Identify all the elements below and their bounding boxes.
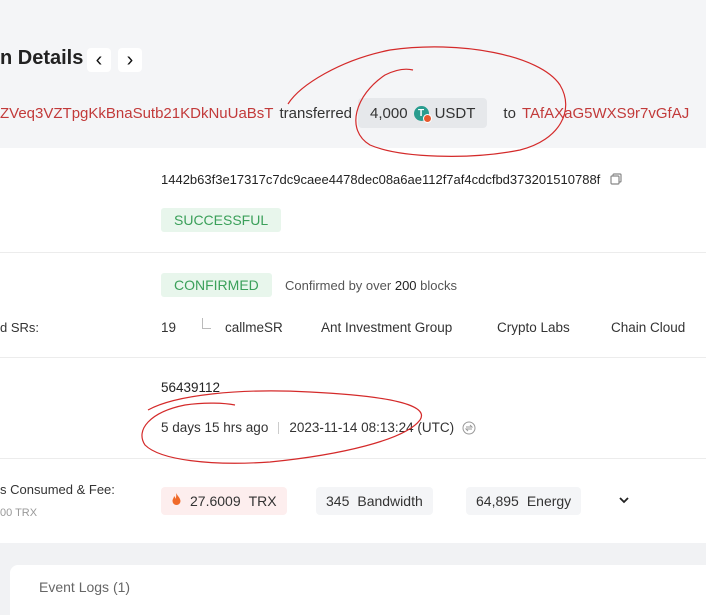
divider [0, 458, 706, 459]
sr-count: 19 [161, 320, 177, 335]
switch-timezone-icon[interactable] [462, 421, 476, 435]
tab-event-logs[interactable]: Event Logs (1) [39, 579, 130, 595]
resources-label: s Consumed & Fee: [0, 482, 115, 497]
bandwidth-pill: 345 Bandwidth [316, 487, 433, 515]
to-address-link[interactable]: TAfAXaG5WXS9r7vGfAJ [522, 105, 689, 122]
token-symbol: USDT [434, 104, 476, 122]
sr-item-chain-cloud[interactable]: Chain Cloud [611, 320, 685, 335]
fee-sublabel: 00 TRX [0, 507, 38, 519]
fire-icon [171, 492, 182, 510]
trx-fee-pill: 27.6009 TRX [161, 487, 287, 515]
srs-label: d SRs: [0, 320, 40, 335]
confirmation-suffix: blocks [420, 278, 458, 293]
hash-value: 1442b63f3e17317c7dc9caee4478dec08a6ae112… [161, 172, 601, 187]
bandwidth-value: 345 [326, 493, 350, 509]
transfer-preposition: to [503, 104, 516, 122]
chevron-down-icon [619, 497, 629, 504]
confirmation-note: Confirmed by over 200 blocks [285, 278, 457, 293]
energy-unit: Energy [526, 493, 572, 509]
tree-connector [202, 318, 211, 329]
transaction-details-panel: 1442b63f3e17317c7dc9caee4478dec08a6ae112… [0, 148, 706, 543]
next-button[interactable]: › [118, 48, 142, 72]
sr-item-ant-investment-group[interactable]: Ant Investment Group [321, 320, 452, 335]
timestamp: 2023-11-14 08:13:24 (UTC) [289, 420, 455, 435]
chevron-left-icon: ‹ [95, 49, 103, 71]
status-badge: SUCCESSFUL [161, 208, 282, 232]
divider [0, 252, 706, 253]
time-ago: 5 days 15 hrs ago [161, 420, 269, 435]
amount-value: 4,000 [370, 104, 408, 122]
trx-unit: TRX [248, 493, 277, 509]
confirmation-prefix: Confirmed by over [285, 278, 392, 293]
block-number-link[interactable]: 56439112 [161, 380, 220, 395]
sr-item-crypto-labs[interactable]: Crypto Labs [497, 320, 570, 335]
bandwidth-unit: Bandwidth [357, 493, 423, 509]
copy-icon[interactable] [610, 173, 622, 188]
transfer-verb: transferred [279, 104, 353, 122]
chevron-right-icon: › [126, 49, 134, 71]
amount-pill[interactable]: 4,000 T USDT [358, 98, 488, 128]
energy-value: 64,895 [476, 493, 519, 509]
prev-button[interactable]: ‹ [87, 48, 111, 72]
confirmed-badge: CONFIRMED [161, 273, 272, 297]
separator [278, 421, 280, 434]
trx-value: 27.6009 [190, 493, 241, 509]
transfer-summary: ZVeq3VZTpgKkBnaSutb21KDkNuUaBsT transfer… [0, 98, 689, 128]
sr-item-callmesr[interactable]: callmeSR [225, 320, 283, 335]
time-row: 5 days 15 hrs ago 2023-11-14 08:13:24 (U… [161, 420, 476, 435]
divider [0, 357, 706, 358]
expand-resources-button[interactable] [617, 493, 631, 512]
page-title: n Details [0, 47, 84, 69]
footer-area: Event Logs (1) [0, 543, 706, 615]
from-address-link[interactable]: ZVeq3VZTpgKkBnaSutb21KDkNuUaBsT [0, 105, 273, 122]
header: n Details ‹ › ZVeq3VZTpgKkBnaSutb21KDkNu… [0, 0, 706, 148]
confirmation-count: 200 [394, 278, 417, 293]
transaction-hash: 1442b63f3e17317c7dc9caee4478dec08a6ae112… [161, 172, 622, 188]
tether-token-icon: T [413, 105, 432, 123]
energy-pill: 64,895 Energy [466, 487, 582, 515]
